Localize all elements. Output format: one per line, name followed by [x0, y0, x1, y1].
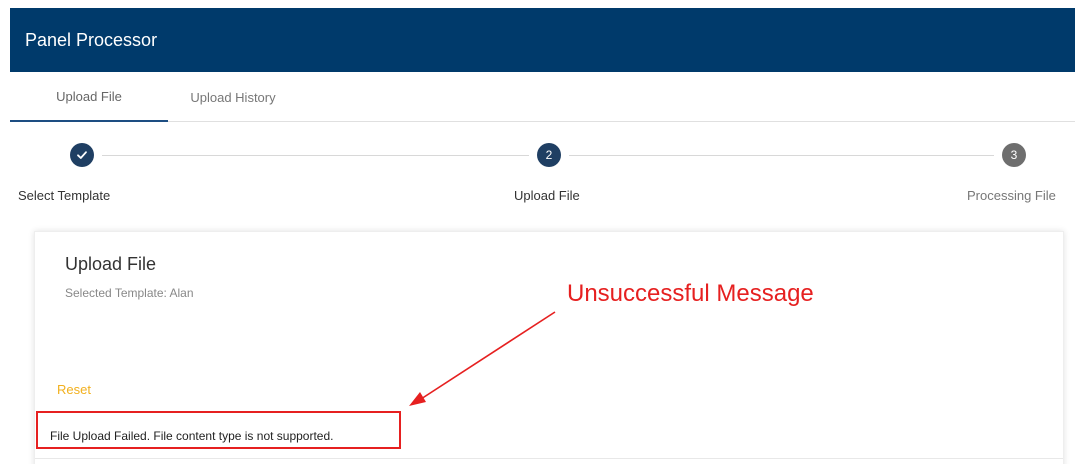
reset-link[interactable]: Reset [57, 382, 91, 397]
tab-bar: Upload File Upload History [10, 72, 1075, 122]
card-divider [35, 458, 1063, 459]
stepper: 2 3 Select Template Upload File Processi… [0, 130, 1075, 210]
tab-upload-file-label: Upload File [56, 88, 122, 104]
step-2-marker: 2 [537, 143, 561, 167]
tab-upload-history-label: Upload History [190, 89, 276, 105]
check-icon [70, 143, 94, 167]
error-message: File Upload Failed. File content type is… [50, 429, 334, 443]
annotation-label: Unsuccessful Message [567, 280, 814, 307]
tab-upload-history[interactable]: Upload History [168, 72, 298, 122]
step-connector-1 [102, 155, 529, 156]
app-header: Panel Processor [10, 8, 1075, 72]
step-1-label: Select Template [18, 188, 111, 203]
tab-upload-file[interactable]: Upload File [10, 72, 168, 122]
selected-template-text: Selected Template: Alan [65, 286, 194, 300]
app-title: Panel Processor [25, 29, 158, 50]
error-message-box: File Upload Failed. File content type is… [36, 411, 401, 449]
step-2-label: Upload File [514, 188, 580, 203]
step-3-marker: 3 [1002, 143, 1026, 167]
card-title: Upload File [65, 254, 157, 274]
step-3-label: Processing File [967, 188, 1056, 203]
step-connector-2 [569, 155, 994, 156]
